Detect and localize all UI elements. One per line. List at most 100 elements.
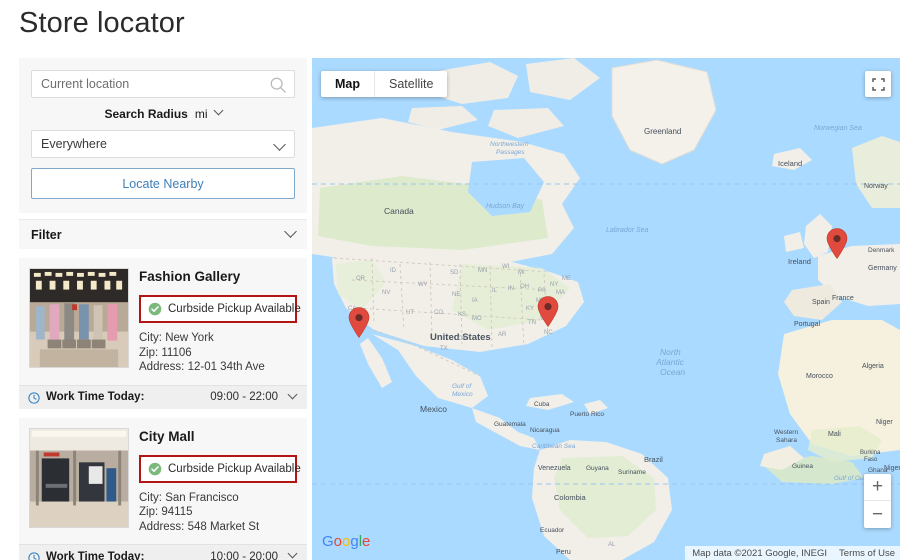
- store-card-body: City Mall Curbside Pickup Available City…: [19, 418, 307, 545]
- svg-text:Ecuador: Ecuador: [540, 527, 565, 534]
- marker-london[interactable]: [826, 228, 848, 259]
- marker-new-york[interactable]: [537, 296, 559, 327]
- svg-text:Mali: Mali: [828, 431, 841, 438]
- work-time-value: 09:00 - 22:00: [210, 391, 278, 403]
- work-time-bar[interactable]: Work Time Today: 09:00 - 22:00: [19, 385, 307, 409]
- svg-text:Algeria: Algeria: [862, 363, 884, 370]
- svg-text:Sahara: Sahara: [776, 437, 797, 444]
- marker-san-francisco[interactable]: [348, 307, 370, 338]
- svg-text:KS: KS: [458, 312, 466, 318]
- svg-text:North: North: [660, 347, 681, 357]
- svg-text:NV: NV: [382, 290, 390, 296]
- locate-nearby-button[interactable]: Locate Nearby: [31, 168, 295, 199]
- svg-text:PA: PA: [538, 288, 546, 294]
- fullscreen-icon[interactable]: [865, 71, 891, 97]
- distance-select-value: Everywhere: [41, 137, 107, 151]
- svg-text:OK: OK: [458, 336, 467, 342]
- svg-text:IL: IL: [492, 288, 498, 294]
- chevron-down-icon[interactable]: [288, 549, 298, 559]
- map-type-switch[interactable]: Map Satellite: [321, 71, 447, 97]
- svg-text:Iceland: Iceland: [778, 159, 802, 168]
- svg-text:CO: CO: [434, 310, 443, 316]
- work-time-label: Work Time Today:: [46, 551, 144, 560]
- map-type-map[interactable]: Map: [321, 71, 374, 97]
- store-city: City: San Francisco: [139, 491, 297, 506]
- svg-text:Norwegian Sea: Norwegian Sea: [814, 125, 862, 132]
- store-thumbnail: [29, 268, 129, 368]
- svg-text:OH: OH: [520, 284, 529, 290]
- zoom-out-button[interactable]: −: [864, 501, 891, 528]
- svg-text:UT: UT: [406, 310, 414, 316]
- sidebar: Search Radius mi Everywhere Locate Nearb…: [19, 58, 307, 560]
- svg-text:Niger: Niger: [876, 419, 893, 426]
- search-field-wrapper[interactable]: [31, 70, 295, 98]
- svg-text:Germany: Germany: [868, 265, 897, 272]
- work-time-left: Work Time Today:: [28, 391, 144, 403]
- svg-text:Guinea: Guinea: [792, 463, 813, 470]
- map-type-satellite[interactable]: Satellite: [374, 71, 447, 97]
- curbside-pickup-badge: Curbside Pickup Available: [139, 455, 297, 483]
- work-time-right: 10:00 - 20:00: [210, 551, 296, 560]
- zoom-in-button[interactable]: +: [864, 474, 891, 501]
- zoom-controls[interactable]: + −: [864, 474, 891, 528]
- svg-text:AL: AL: [608, 542, 616, 548]
- work-time-value: 10:00 - 20:00: [210, 551, 278, 560]
- svg-text:Denmark: Denmark: [868, 247, 895, 254]
- search-icon[interactable]: [269, 76, 287, 94]
- chevron-down-icon[interactable]: [284, 225, 297, 238]
- svg-text:Nigeria: Nigeria: [884, 465, 900, 472]
- svg-text:NE: NE: [452, 292, 460, 298]
- svg-text:Spain: Spain: [812, 299, 830, 306]
- svg-text:Northwestern: Northwestern: [490, 141, 529, 148]
- svg-text:Burkina: Burkina: [860, 450, 881, 456]
- curbside-pickup-label: Curbside Pickup Available: [168, 303, 301, 315]
- store-name: City Mall: [139, 429, 297, 445]
- chevron-down-icon[interactable]: [273, 138, 286, 151]
- map-canvas[interactable]: Canada United States Mexico Greenland Ic…: [312, 58, 900, 560]
- store-zip: Zip: 11106: [139, 346, 297, 361]
- svg-text:Suriname: Suriname: [618, 469, 646, 476]
- svg-text:Ocean: Ocean: [660, 367, 685, 377]
- svg-text:IA: IA: [472, 298, 478, 304]
- store-meta: City: New York Zip: 11106 Address: 12-01…: [139, 331, 297, 375]
- svg-text:Cuba: Cuba: [534, 401, 550, 408]
- search-input[interactable]: [32, 71, 294, 97]
- svg-text:OR: OR: [356, 276, 366, 282]
- search-radius-unit[interactable]: mi: [195, 107, 208, 121]
- map-data-credit: Map data ©2021 Google, INEGI: [692, 548, 827, 559]
- store-card[interactable]: City Mall Curbside Pickup Available City…: [19, 418, 307, 560]
- svg-text:Morocco: Morocco: [806, 373, 833, 380]
- svg-text:Norway: Norway: [864, 183, 888, 190]
- svg-text:TN: TN: [528, 320, 536, 326]
- map-basemap: Canada United States Mexico Greenland Ic…: [312, 58, 900, 560]
- store-card[interactable]: Fashion Gallery Curbside Pickup Availabl…: [19, 258, 307, 409]
- chevron-down-icon[interactable]: [288, 389, 298, 399]
- store-info: Fashion Gallery Curbside Pickup Availabl…: [139, 268, 297, 375]
- store-info: City Mall Curbside Pickup Available City…: [139, 428, 297, 535]
- clock-icon: [28, 551, 40, 560]
- svg-text:AR: AR: [498, 332, 507, 338]
- locate-nearby-label: Locate Nearby: [122, 177, 203, 191]
- search-radius-label: Search Radius: [104, 107, 187, 121]
- svg-text:Gulf of: Gulf of: [452, 383, 472, 390]
- svg-text:Colombia: Colombia: [554, 493, 587, 502]
- chevron-down-icon[interactable]: [213, 106, 223, 116]
- svg-text:Portugal: Portugal: [794, 321, 821, 328]
- svg-text:Brazil: Brazil: [644, 455, 663, 464]
- distance-select[interactable]: Everywhere: [31, 130, 295, 158]
- svg-text:ID: ID: [390, 268, 397, 274]
- svg-text:France: France: [832, 295, 854, 302]
- store-city: City: New York: [139, 331, 297, 346]
- terms-of-use-link[interactable]: Terms of Use: [839, 548, 895, 559]
- svg-text:Mexico: Mexico: [452, 391, 473, 398]
- filter-section-toggle[interactable]: Filter: [19, 219, 307, 249]
- map-attribution: Map data ©2021 Google, INEGI Terms of Us…: [685, 546, 900, 560]
- svg-text:WI: WI: [502, 264, 510, 270]
- svg-text:Hudson Bay: Hudson Bay: [486, 203, 525, 210]
- svg-text:Faso: Faso: [864, 457, 878, 463]
- svg-text:TX: TX: [440, 346, 448, 352]
- check-circle-icon: [148, 462, 162, 476]
- svg-text:Guyana: Guyana: [586, 465, 609, 472]
- clock-icon: [28, 391, 40, 403]
- work-time-bar[interactable]: Work Time Today: 10:00 - 20:00: [19, 544, 307, 560]
